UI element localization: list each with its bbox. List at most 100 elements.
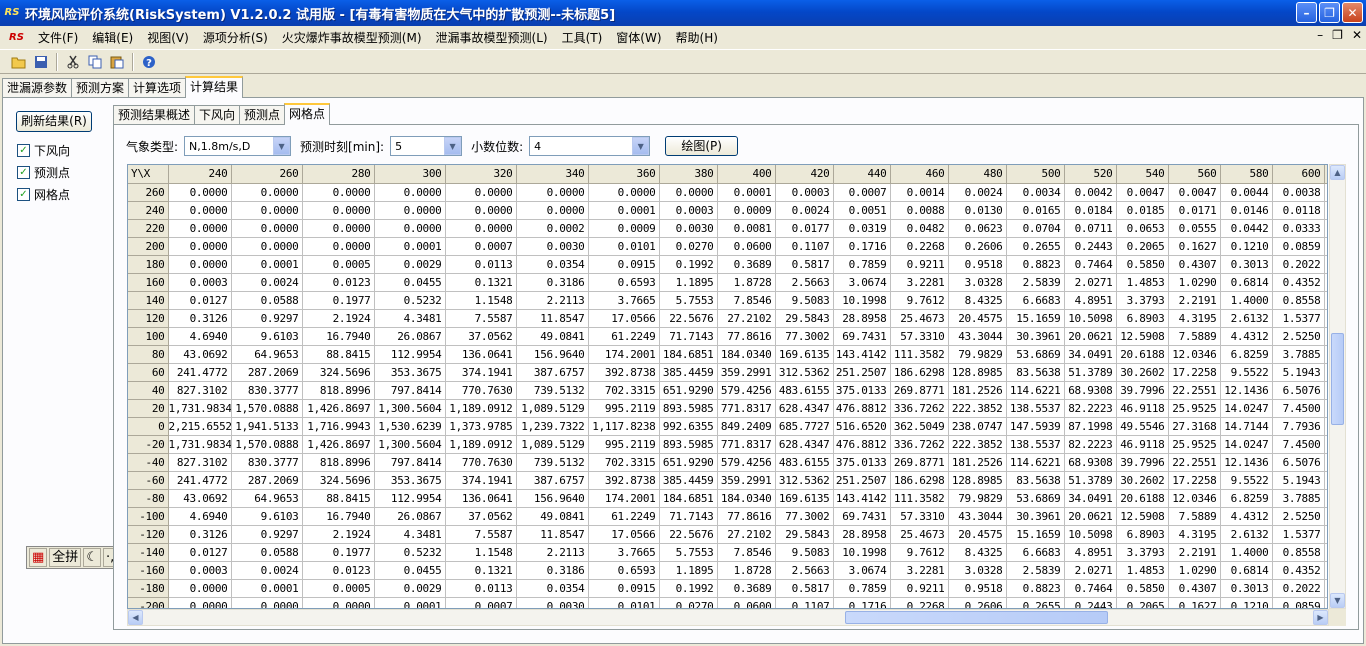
grid-cell[interactable]: 387.6757: [516, 471, 589, 490]
grid-cell[interactable]: 0.0003: [168, 561, 232, 580]
grid-cell[interactable]: 39.7996: [1116, 381, 1169, 400]
grid-cell[interactable]: 0.0118: [1272, 201, 1325, 220]
grid-cell[interactable]: 0.0623: [948, 219, 1007, 238]
grid-cell[interactable]: 9.6103: [231, 327, 303, 346]
grid-row[interactable]: 180 0.0000 0.0001 0.0005 0.0029 0.0113 0.0354 0…: [128, 255, 1327, 274]
grid-cell[interactable]: 1,089.5129: [516, 399, 589, 418]
grid-row[interactable]: 60 241.4772 287.2069 324.5696 353.3675 374.19…: [128, 363, 1327, 382]
grid-cell[interactable]: 184.6851: [659, 489, 718, 508]
grid-cell[interactable]: 0.0007: [445, 597, 517, 608]
grid-cell[interactable]: 476.8812: [833, 399, 891, 418]
grid-cell[interactable]: 0.0185: [1116, 201, 1169, 220]
grid-cell[interactable]: 49.0841: [516, 327, 589, 346]
grid-cell[interactable]: 1,731.9834: [168, 399, 232, 418]
grid-cell[interactable]: 0.0024: [948, 183, 1007, 202]
grid-cell[interactable]: 6.8903: [1116, 525, 1169, 544]
grid-cell[interactable]: 0.1627: [1168, 237, 1221, 256]
grid-cell[interactable]: 1,189.0912: [445, 435, 517, 454]
grid-cell[interactable]: 4.3195: [1168, 525, 1221, 544]
grid-cell[interactable]: 893.5985: [659, 435, 718, 454]
grid-cell[interactable]: 0.5817: [775, 255, 834, 274]
grid-cell[interactable]: 3: [1324, 453, 1327, 472]
grid-cell[interactable]: 0.0455: [374, 273, 446, 292]
grid-cell[interactable]: 37.0562: [445, 327, 517, 346]
tab-leak-source[interactable]: 泄漏源参数: [2, 78, 73, 98]
grid-cell[interactable]: 312.5362: [775, 471, 834, 490]
grid-cell[interactable]: 0.0047: [1116, 183, 1169, 202]
grid-cell[interactable]: 111.3582: [890, 489, 949, 508]
grid-cell[interactable]: 0.0171: [1168, 201, 1221, 220]
menu-view[interactable]: 视图(V): [140, 29, 196, 46]
grid-cell[interactable]: 1.4853: [1116, 561, 1169, 580]
copy-icon[interactable]: [84, 51, 106, 73]
grid-cell[interactable]: 770.7630: [445, 381, 517, 400]
grid-cell[interactable]: 43.3044: [948, 327, 1007, 346]
menu-window[interactable]: 窗体(W): [609, 29, 668, 46]
grid-cell[interactable]: 147.5939: [1006, 417, 1065, 436]
tab-prediction-points[interactable]: 预测点: [239, 105, 286, 125]
scroll-right-icon[interactable]: ▶: [1313, 610, 1328, 625]
grid-cell[interactable]: 7.5587: [445, 525, 517, 544]
open-icon[interactable]: [8, 51, 30, 73]
grid-cell[interactable]: 385.4459: [659, 471, 718, 490]
grid-row[interactable]: -200 0.0000 0.0000 0.0000 0.0001 0.0007 0.0030…: [128, 597, 1327, 608]
grid-cell[interactable]: 0.3013: [1220, 579, 1273, 598]
checkbox-downwind[interactable]: ✓ 下风向: [17, 142, 70, 159]
grid-row[interactable]: -160 0.0003 0.0024 0.0123 0.0455 0.1321 0.3186…: [128, 561, 1327, 580]
grid-cell[interactable]: 34.0491: [1064, 345, 1117, 364]
grid-cell[interactable]: 2.5250: [1272, 507, 1325, 526]
grid-cell[interactable]: 0: [1324, 543, 1327, 562]
grid-cell[interactable]: 0.5850: [1116, 255, 1169, 274]
grid-row[interactable]: 20 1,731.9834 1,570.0888 1,426.8697 1,300.56…: [128, 399, 1327, 418]
vertical-scroll-thumb[interactable]: [1331, 333, 1344, 425]
grid-cell[interactable]: 27.3168: [1168, 417, 1221, 436]
grid-cell[interactable]: 685.7727: [775, 417, 834, 436]
grid-cell[interactable]: 68.9308: [1064, 453, 1117, 472]
grid-cell[interactable]: 8.4325: [948, 543, 1007, 562]
grid-cell[interactable]: 3.3793: [1116, 291, 1169, 310]
grid-cell[interactable]: 77.8616: [717, 507, 776, 526]
help-icon[interactable]: ?: [138, 51, 160, 73]
grid-row[interactable]: -80 43.0692 64.9653 88.8415 112.9954 136.0641…: [128, 489, 1327, 508]
grid-cell[interactable]: 14.0247: [1220, 435, 1273, 454]
grid-cell[interactable]: 79.9829: [948, 489, 1007, 508]
grid-cell[interactable]: 26.0867: [374, 507, 446, 526]
grid-cell[interactable]: 1.1895: [659, 273, 718, 292]
grid-cell[interactable]: 0.9297: [231, 525, 303, 544]
grid-cell[interactable]: 0.0859: [1272, 237, 1325, 256]
vertical-scrollbar[interactable]: ▲ ▼: [1329, 164, 1346, 609]
menu-help[interactable]: 帮助(H): [669, 29, 725, 46]
grid-cell[interactable]: 0.2022: [1272, 255, 1325, 274]
grid-cell[interactable]: 27.2102: [717, 525, 776, 544]
grid-cell[interactable]: 51.3789: [1064, 471, 1117, 490]
grid-cell[interactable]: 4.6940: [168, 327, 232, 346]
grid-cell[interactable]: 112.9954: [374, 345, 446, 364]
grid-cell[interactable]: 0.0130: [948, 201, 1007, 220]
grid-cell[interactable]: 7.8546: [717, 291, 776, 310]
grid-cell[interactable]: 0.0024: [231, 561, 303, 580]
grid-cell[interactable]: 2.2191: [1168, 543, 1221, 562]
grid-cell[interactable]: 2.5663: [775, 561, 834, 580]
grid-cell[interactable]: 0.0000: [659, 183, 718, 202]
grid-cell[interactable]: 771.8317: [717, 435, 776, 454]
grid-cell[interactable]: 17.2258: [1168, 363, 1221, 382]
grid-cell[interactable]: 30.3961: [1006, 507, 1065, 526]
chevron-down-icon[interactable]: ▼: [273, 137, 291, 155]
grid-cell[interactable]: 0.0704: [1006, 219, 1065, 238]
grid-cell[interactable]: 15.1659: [1006, 309, 1065, 328]
grid-cell[interactable]: 1.8728: [717, 561, 776, 580]
grid-row[interactable]: 120 0.3126 0.9297 2.1924 4.3481 7.5587 11.8547…: [128, 309, 1327, 328]
checkbox-prediction-points[interactable]: ✓ 预测点: [17, 164, 70, 181]
grid-cell[interactable]: 1,089.5129: [516, 435, 589, 454]
grid-cell[interactable]: 0.0001: [374, 237, 446, 256]
grid-cell[interactable]: 251.2507: [833, 363, 891, 382]
grid-cell[interactable]: 30.2602: [1116, 363, 1169, 382]
grid-cell[interactable]: 7.4500: [1272, 435, 1325, 454]
grid-cell[interactable]: 2.5250: [1272, 327, 1325, 346]
grid-cell[interactable]: 1.0290: [1168, 561, 1221, 580]
checkbox-grid-points[interactable]: ✓ 网格点: [17, 186, 70, 203]
grid-cell[interactable]: 0.0088: [890, 201, 949, 220]
grid-cell[interactable]: 17.0566: [588, 525, 660, 544]
mdi-minimize-icon[interactable]: –: [1317, 28, 1323, 42]
grid-cell[interactable]: 0.8558: [1272, 291, 1325, 310]
